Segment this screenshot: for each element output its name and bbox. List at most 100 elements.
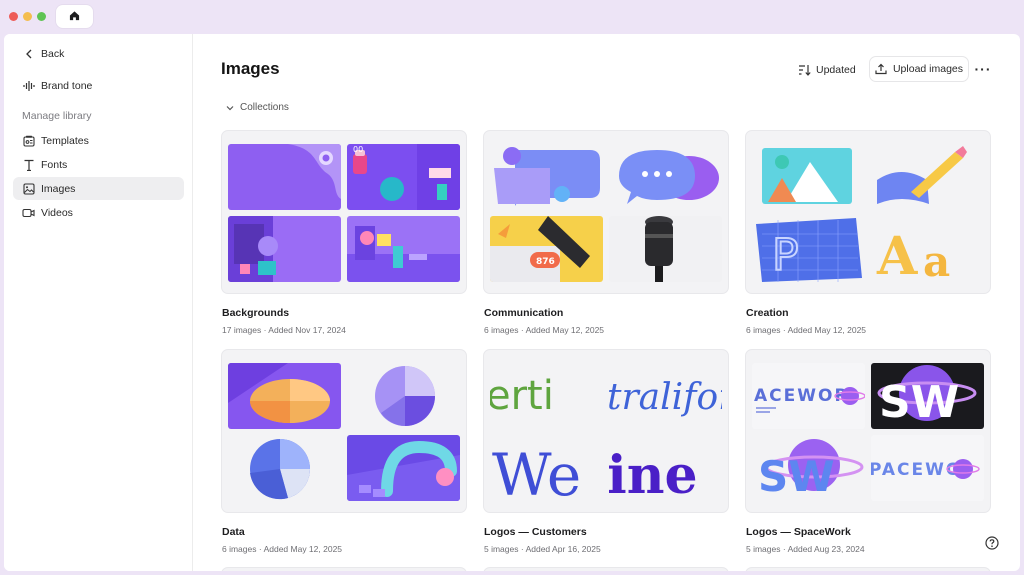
upload-label: Upload images	[892, 63, 964, 75]
collections-toggle[interactable]: Collections	[226, 102, 289, 113]
collection-thumbnail-grid[interactable]: 876	[483, 130, 729, 294]
sidebar: Back Brand tone Manage library Templates…	[4, 34, 193, 571]
sidebar-item-templates[interactable]: Templates	[13, 129, 184, 152]
chevron-down-icon	[226, 105, 234, 111]
collection-meta: 6 images · Added May 12, 2025	[484, 325, 605, 335]
collection-thumbnail-grid[interactable]: 00	[221, 130, 467, 294]
sort-icon	[798, 64, 811, 76]
thumbnail-image: A a	[871, 216, 984, 282]
collections-label: Collections	[240, 102, 289, 113]
sidebar-item-fonts[interactable]: Fonts	[13, 153, 184, 176]
svg-text:A: A	[876, 226, 918, 282]
thumbnail-image	[347, 363, 460, 429]
svg-text:a: a	[923, 237, 950, 282]
sidebar-item-label: Videos	[41, 206, 73, 219]
collection-thumbnail-grid[interactable]: ACEWOR SW SW PACEWO	[745, 349, 991, 513]
thumbnail-image: SW	[752, 435, 865, 501]
logo-text: We	[492, 441, 581, 501]
sort-label: Updated	[816, 64, 856, 76]
collection-meta: 6 images · Added May 12, 2025	[746, 325, 867, 335]
thumbnail-image	[347, 435, 460, 501]
collection-meta: 5 images · Added Aug 23, 2024	[746, 544, 865, 554]
logo-text: traliform	[609, 377, 722, 418]
collection-meta: 17 images · Added Nov 17, 2024	[222, 325, 346, 335]
upload-icon	[875, 63, 887, 75]
thumbnail-image	[871, 144, 984, 210]
thumbnail-image	[347, 216, 460, 282]
main-content: Images Updated Upload images ··· Collect…	[194, 34, 1020, 571]
svg-text:P: P	[772, 230, 799, 281]
notification-count: 876	[536, 257, 555, 267]
collection-card-logos-customers[interactable]: erti traliform We	[483, 349, 729, 554]
home-icon	[69, 8, 80, 26]
thumbnail-image	[752, 144, 865, 210]
collection-card-peek	[221, 567, 467, 571]
sidebar-item-label: Fonts	[41, 158, 68, 171]
chevron-left-icon	[22, 47, 35, 60]
sidebar-item-label: Brand tone	[41, 79, 93, 92]
image-icon	[22, 182, 35, 195]
page-title: Images	[221, 59, 280, 78]
logo-text: erti	[490, 373, 554, 419]
back-button[interactable]: Back	[13, 42, 184, 65]
collection-card-creation[interactable]: P A a Creation 6 images · Added May 12, …	[745, 130, 991, 335]
collection-thumbnail-grid[interactable]	[221, 349, 467, 513]
thumbnail-image	[228, 435, 341, 501]
help-icon	[985, 535, 999, 555]
svg-text:00: 00	[353, 145, 363, 154]
thumbnail-image: SW	[871, 363, 984, 429]
thumbnail-image	[609, 216, 722, 282]
thumbnail-image	[228, 363, 341, 429]
sidebar-item-brand-tone[interactable]: Brand tone	[13, 74, 184, 97]
logo-text: ine	[609, 445, 698, 501]
thumbnail-image: 00	[347, 144, 460, 210]
collection-card-data[interactable]: Data 6 images · Added May 12, 2025	[221, 349, 467, 554]
thumbnail-image: We	[490, 435, 603, 501]
sort-button[interactable]: Updated	[798, 59, 856, 81]
thumbnail-image	[609, 144, 722, 210]
help-button[interactable]	[985, 535, 999, 555]
logo-text: SW	[758, 452, 835, 501]
thumbnail-image: ine	[609, 435, 722, 501]
templates-icon	[22, 134, 35, 147]
more-icon: ···	[974, 61, 992, 77]
fonts-icon	[22, 158, 35, 171]
collection-card-logos-spacework[interactable]: ACEWOR SW SW PACEWO Logos — SpaceWork 5 …	[745, 349, 991, 554]
sidebar-item-label: Images	[41, 182, 76, 195]
thumbnail-image	[228, 216, 341, 282]
collection-title: Data	[222, 526, 245, 538]
sidebar-item-videos[interactable]: Videos	[13, 201, 184, 224]
sidebar-item-label: Templates	[41, 134, 89, 147]
collection-meta: 5 images · Added Apr 16, 2025	[484, 544, 601, 554]
collection-title: Backgrounds	[222, 307, 290, 319]
logo-text: SW	[879, 377, 959, 428]
collection-card-communication[interactable]: 876 Communication 6 images · Added May 1…	[483, 130, 729, 335]
collection-title: Communication	[484, 307, 564, 319]
thumbnail-image	[490, 144, 603, 210]
sidebar-item-images[interactable]: Images	[13, 177, 184, 200]
upload-images-button[interactable]: Upload images	[869, 56, 969, 82]
collection-title: Creation	[746, 307, 789, 319]
collection-thumbnail-grid[interactable]: erti traliform We	[483, 349, 729, 513]
thumbnail-image: 876	[490, 216, 603, 282]
collection-title: Logos — SpaceWork	[746, 526, 851, 538]
close-window-button[interactable]	[9, 12, 18, 21]
collection-meta: 6 images · Added May 12, 2025	[222, 544, 343, 554]
maximize-window-button[interactable]	[37, 12, 46, 21]
sound-wave-icon	[22, 79, 35, 92]
title-bar	[0, 0, 1024, 34]
collection-thumbnail-grid[interactable]: P A a	[745, 130, 991, 294]
thumbnail-image	[228, 144, 341, 210]
home-tab[interactable]	[56, 5, 93, 28]
thumbnail-image: traliform	[609, 363, 722, 429]
thumbnail-image: P	[752, 216, 865, 282]
thumbnail-image: erti	[490, 363, 603, 429]
sidebar-section-heading: Manage library	[22, 110, 92, 122]
video-icon	[22, 206, 35, 219]
collection-card-peek	[745, 567, 991, 571]
collection-card-backgrounds[interactable]: 00 Backgrounds 17 images · Added Nov 17,…	[221, 130, 467, 335]
minimize-window-button[interactable]	[23, 12, 32, 21]
thumbnail-image: PACEWO	[871, 435, 984, 501]
more-options-button[interactable]: ···	[973, 59, 993, 79]
thumbnail-image: ACEWOR	[752, 363, 865, 429]
